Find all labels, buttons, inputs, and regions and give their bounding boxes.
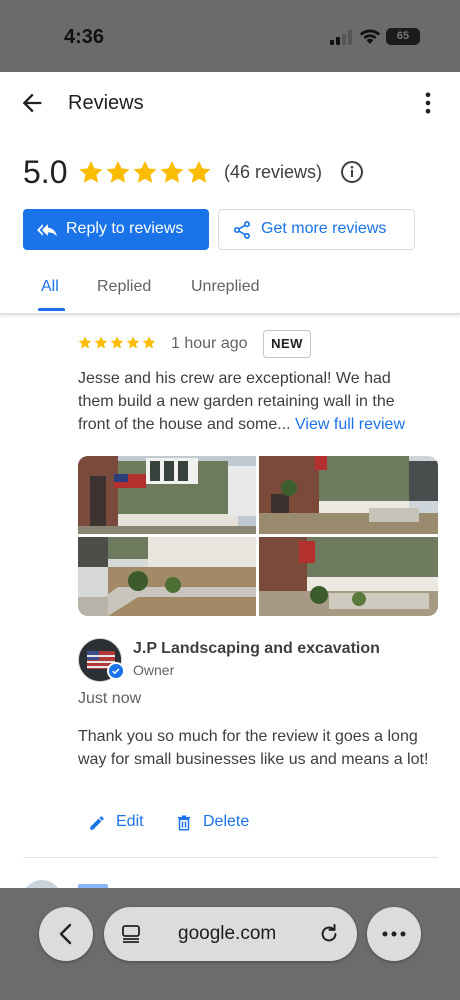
top-app-bar: Reviews xyxy=(0,72,460,134)
browser-menu-button[interactable] xyxy=(367,907,421,961)
review-photos xyxy=(78,456,438,616)
tab-all[interactable]: All xyxy=(41,278,59,296)
battery-indicator: 65 xyxy=(386,28,420,45)
signal-icon xyxy=(330,30,352,45)
review-text: Jesse and his crew are exceptional! We h… xyxy=(78,367,428,436)
review-photo[interactable] xyxy=(259,537,438,616)
average-rating: 5.0 xyxy=(23,154,68,190)
new-badge: NEW xyxy=(263,330,311,358)
more-vert-icon[interactable] xyxy=(414,89,442,117)
star-icon xyxy=(79,161,211,183)
edit-pencil-icon xyxy=(90,816,104,830)
browser-back-button[interactable] xyxy=(39,907,93,961)
review-photo[interactable] xyxy=(78,456,256,534)
owner-name: J.P Landscaping and excavation xyxy=(133,640,380,657)
verified-check-icon xyxy=(107,662,125,680)
tab-unreplied[interactable]: Unreplied xyxy=(191,278,259,296)
browser-toolbar: google.com xyxy=(0,888,460,1000)
view-full-review-link[interactable]: View full review xyxy=(295,416,405,433)
tab-replied[interactable]: Replied xyxy=(97,278,151,296)
trash-icon xyxy=(178,815,190,831)
address-bar[interactable]: google.com xyxy=(104,907,357,961)
delete-label: Delete xyxy=(203,813,250,830)
url-text: google.com xyxy=(178,923,277,944)
review-time: 1 hour ago xyxy=(171,335,248,352)
get-more-reviews-button[interactable]: Get more reviews xyxy=(218,209,415,250)
reply-to-reviews-label: Reply to reviews xyxy=(66,220,184,237)
reply-time: Just now xyxy=(78,690,142,707)
status-bar: 4:36 65 xyxy=(0,0,460,72)
active-tab-indicator xyxy=(38,308,65,311)
wifi-icon xyxy=(360,29,380,44)
status-time: 4:36 xyxy=(64,26,105,48)
review-divider xyxy=(23,857,438,858)
owner-role: Owner xyxy=(133,662,175,678)
share-icon xyxy=(234,221,250,239)
review-filter-tabs: All Replied Unreplied xyxy=(0,268,460,314)
review-photo[interactable] xyxy=(78,537,256,616)
review-photo[interactable] xyxy=(259,456,438,534)
info-icon[interactable] xyxy=(340,160,364,184)
chevron-left-icon xyxy=(59,923,72,945)
reply-to-reviews-button[interactable]: Reply to reviews xyxy=(23,209,209,250)
review-count: (46 reviews) xyxy=(224,162,323,182)
reviews-sheet: Reviews 5.0 (46 reviews) Reply to review… xyxy=(0,72,460,920)
page-title: Reviews xyxy=(68,92,144,114)
tab-overview-icon xyxy=(122,925,140,943)
reply-all-icon xyxy=(37,224,57,237)
edit-label: Edit xyxy=(116,813,144,830)
more-horiz-icon xyxy=(382,931,406,937)
rating-stars xyxy=(79,161,211,183)
back-arrow-icon[interactable] xyxy=(18,89,46,117)
get-more-reviews-label: Get more reviews xyxy=(261,220,387,237)
star-icon xyxy=(78,336,156,349)
review-stars xyxy=(78,336,156,349)
reload-icon[interactable] xyxy=(318,923,340,945)
reply-text: Thank you so much for the review it goes… xyxy=(78,728,429,768)
